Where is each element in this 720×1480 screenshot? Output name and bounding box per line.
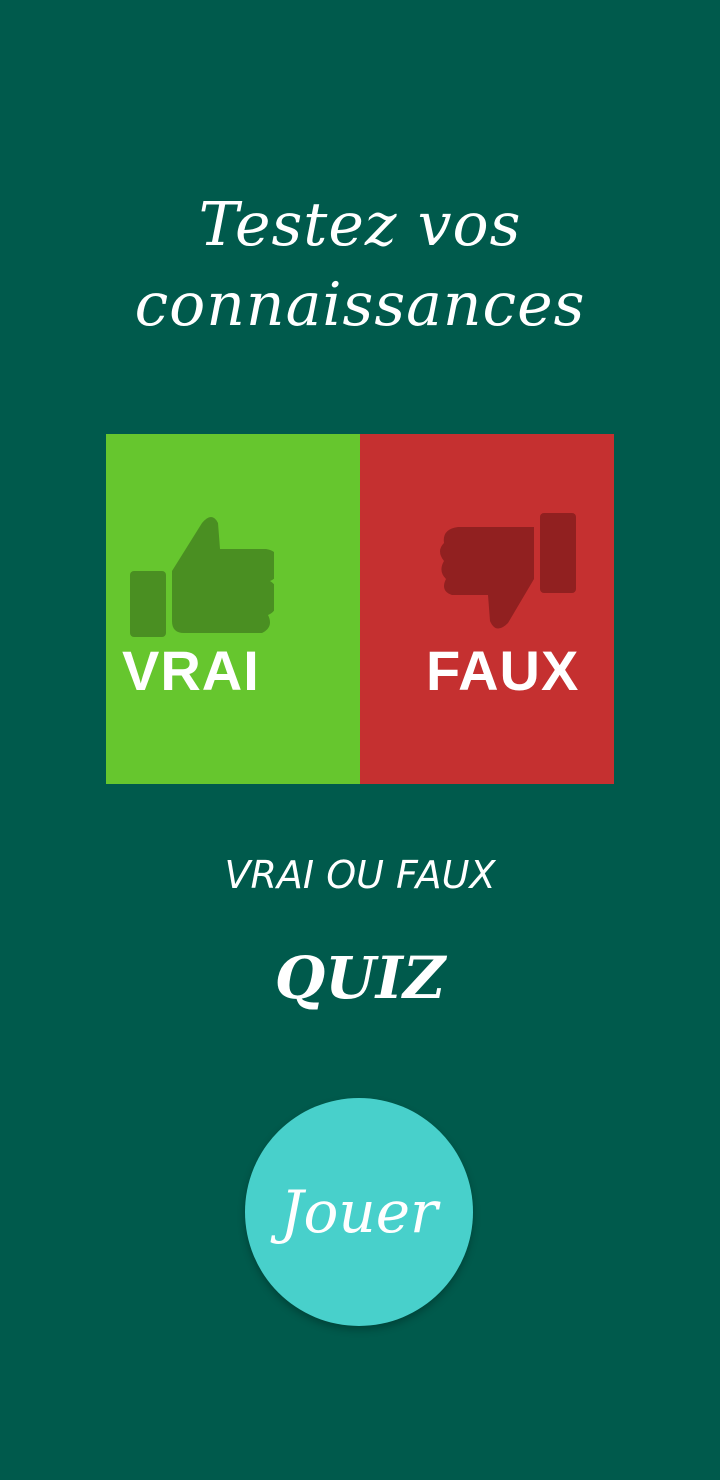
true-label: VRAI xyxy=(122,639,260,702)
thumbs-up-icon xyxy=(130,517,274,637)
headline-line-1: Testez vos xyxy=(198,190,522,260)
headline-line-2: connaissances xyxy=(134,270,586,340)
headline: Testez vos connaissances xyxy=(0,185,720,345)
quiz-title: QUIZ xyxy=(274,944,446,1012)
false-label: FAUX xyxy=(426,639,580,702)
true-false-banner: VRAI FAUX xyxy=(106,434,614,784)
quiz-subtitle: VRAI OU FAUX xyxy=(224,853,496,897)
play-button-label: Jouer xyxy=(280,1178,438,1246)
false-panel: FAUX xyxy=(360,434,614,784)
thumbs-down-icon xyxy=(440,513,576,629)
true-panel: VRAI xyxy=(106,434,360,784)
play-button[interactable]: Jouer xyxy=(245,1098,473,1326)
